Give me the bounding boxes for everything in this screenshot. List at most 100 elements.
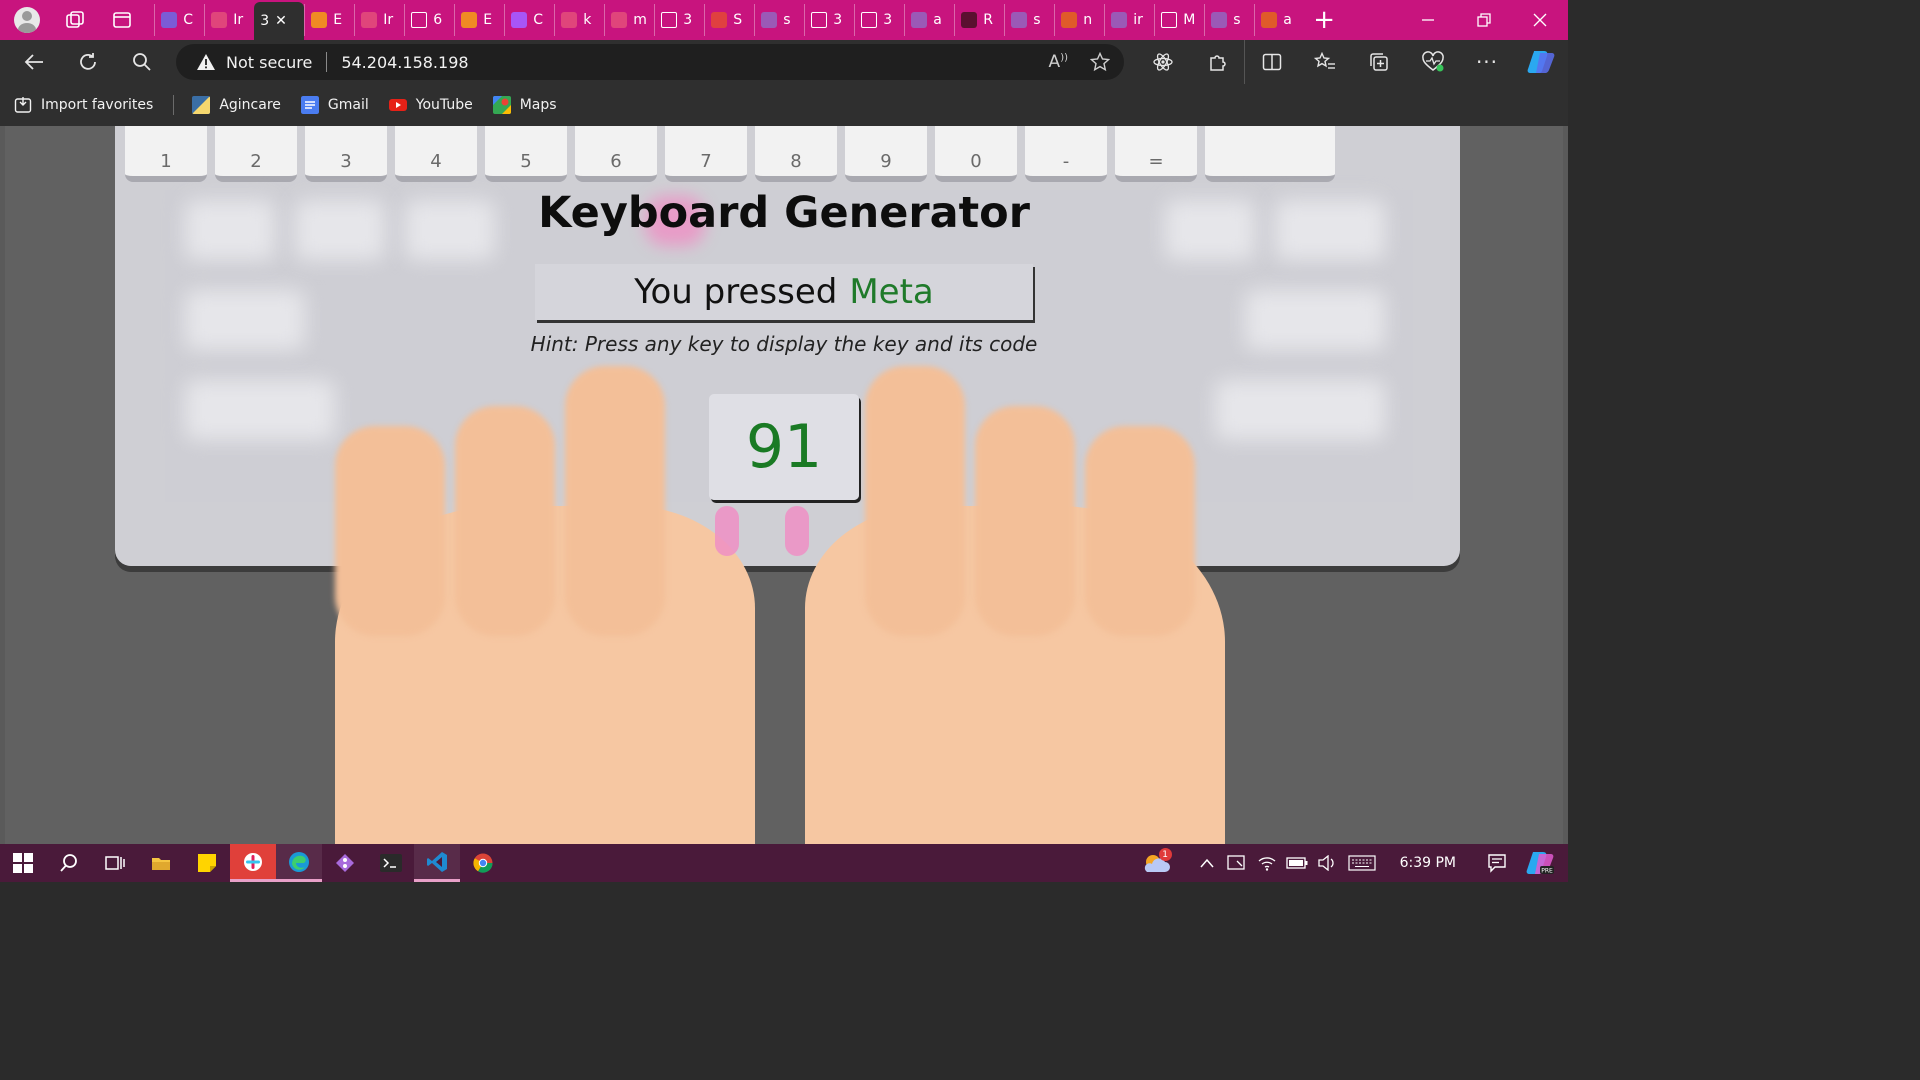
chrome-button[interactable] xyxy=(460,844,506,882)
keyboard-number-row: 1 2 3 4 5 6 7 8 9 0- = xyxy=(125,126,1445,184)
import-favorites-label: Import favorites xyxy=(41,97,154,113)
profile-button[interactable] xyxy=(7,0,47,40)
copilot-taskbar-button[interactable]: PRE xyxy=(1512,844,1568,882)
slack-button[interactable] xyxy=(230,844,276,882)
tab[interactable]: a xyxy=(1254,4,1304,36)
pressed-prefix: You pressed xyxy=(634,272,838,312)
tab-active[interactable]: 3 ✕ xyxy=(254,2,305,40)
tab[interactable]: 3 xyxy=(854,4,904,36)
tab-title: 6 xyxy=(433,12,443,28)
tab-title: s xyxy=(783,12,791,28)
tab[interactable]: E xyxy=(454,4,504,36)
tab-actions-button[interactable] xyxy=(103,0,143,40)
tab[interactable]: Ir xyxy=(354,4,404,36)
security-label[interactable]: Not secure xyxy=(226,53,312,72)
favorite-gmail[interactable]: Gmail xyxy=(300,96,369,114)
favorites-button[interactable] xyxy=(1298,40,1352,84)
tab[interactable]: s xyxy=(1004,4,1054,36)
settings-more-button[interactable]: ··· xyxy=(1460,40,1514,84)
battery-icon[interactable] xyxy=(1282,844,1312,882)
notification-icon xyxy=(1488,854,1506,873)
restore-button[interactable] xyxy=(1456,0,1512,40)
back-button[interactable] xyxy=(12,40,56,84)
device-icon[interactable] xyxy=(1222,844,1252,882)
url-text[interactable]: 54.204.158.198 xyxy=(341,53,468,72)
tab[interactable]: s xyxy=(1204,4,1254,36)
wifi-icon[interactable] xyxy=(1252,844,1282,882)
favorite-youtube[interactable]: YouTube xyxy=(388,96,473,114)
tab[interactable]: E xyxy=(304,4,354,36)
weather-button[interactable]: 1 xyxy=(1134,844,1178,882)
tab[interactable]: S xyxy=(704,4,754,36)
tab[interactable]: C xyxy=(154,4,204,36)
tab[interactable]: k xyxy=(554,4,604,36)
search-button[interactable] xyxy=(120,40,164,84)
favorites-bar: Import favorites Agincare Gmail YouTube … xyxy=(0,84,1568,126)
tab[interactable]: s xyxy=(754,4,804,36)
workspaces-button[interactable] xyxy=(55,0,95,40)
keyboard-layout-icon[interactable] xyxy=(1342,844,1382,882)
favorite-agincare[interactable]: Agincare xyxy=(192,96,281,114)
tab[interactable]: R xyxy=(954,4,1004,36)
tab-title: a xyxy=(933,12,942,28)
react-devtools-button[interactable] xyxy=(1136,40,1190,84)
favorite-gmail-label: Gmail xyxy=(327,97,369,113)
page-title: Keyboard Generator xyxy=(538,188,1030,238)
new-tab-button[interactable]: + xyxy=(1304,0,1344,40)
favorite-maps[interactable]: Maps xyxy=(492,96,557,114)
web-page: 1 2 3 4 5 6 7 8 9 0- = Keyboard Generator You pres… xyxy=(0,126,1568,844)
hint-text: Hint: Press any key to display the key a… xyxy=(530,332,1038,356)
tab[interactable]: M xyxy=(1154,4,1204,36)
tab[interactable]: 6 xyxy=(404,4,454,36)
tab[interactable]: C xyxy=(504,4,554,36)
pressed-key-name: Meta xyxy=(849,272,934,312)
tab-favicon-icon xyxy=(811,12,828,28)
tab[interactable]: a xyxy=(904,4,954,36)
terminal-button[interactable] xyxy=(368,844,414,882)
slack-icon xyxy=(244,852,262,871)
show-hidden-icons-button[interactable] xyxy=(1192,844,1222,882)
warning-icon[interactable] xyxy=(196,52,216,72)
browser-essentials-button[interactable] xyxy=(1406,40,1460,84)
taskbar-search-button[interactable] xyxy=(46,844,92,882)
close-window-button[interactable] xyxy=(1512,0,1568,40)
tab-favicon-icon xyxy=(411,12,428,28)
react-icon xyxy=(1153,53,1173,71)
tab-title: Ir xyxy=(383,12,394,28)
sticky-notes-button[interactable] xyxy=(184,844,230,882)
address-bar[interactable]: Not secure 54.204.158.198 A)) xyxy=(176,44,1124,80)
tab[interactable]: ir xyxy=(1104,4,1154,36)
tab[interactable]: 3 xyxy=(654,4,704,36)
puzzle-icon xyxy=(1210,55,1226,71)
refresh-button[interactable] xyxy=(66,40,110,84)
notifications-button[interactable] xyxy=(1482,844,1512,882)
vscode-button[interactable] xyxy=(414,844,460,882)
svg-text:PRE: PRE xyxy=(1541,868,1553,875)
copilot-button[interactable] xyxy=(1514,40,1568,84)
split-screen-button[interactable] xyxy=(1244,40,1298,84)
volume-icon[interactable] xyxy=(1312,844,1342,882)
collections-button[interactable] xyxy=(1352,40,1406,84)
tab[interactable]: 3 xyxy=(804,4,854,36)
keyboard-key: 2 xyxy=(215,126,297,182)
gmail-icon xyxy=(300,96,319,114)
edge-button[interactable] xyxy=(276,844,322,882)
clock-time[interactable]: 6:39 PM xyxy=(1400,855,1456,871)
minimize-button[interactable] xyxy=(1400,0,1456,40)
tab-favicon-icon xyxy=(161,12,178,28)
tab-title: M xyxy=(1183,12,1196,28)
extensions-button[interactable] xyxy=(1190,40,1244,84)
git-app-button[interactable] xyxy=(322,844,368,882)
read-aloud-icon[interactable]: A)) xyxy=(1049,52,1068,72)
import-favorites-link[interactable]: Import favorites xyxy=(14,96,153,114)
heartbeat-icon xyxy=(1422,51,1444,72)
file-explorer-button[interactable] xyxy=(138,844,184,882)
task-view-button[interactable] xyxy=(92,844,138,882)
tab[interactable]: m xyxy=(604,4,654,36)
minimize-icon xyxy=(1422,19,1434,21)
favorite-star-icon[interactable] xyxy=(1090,52,1110,72)
start-button[interactable] xyxy=(0,844,46,882)
tab[interactable]: Ir xyxy=(204,4,254,36)
tab[interactable]: n xyxy=(1054,4,1104,36)
tab-close-icon[interactable]: ✕ xyxy=(275,13,287,29)
